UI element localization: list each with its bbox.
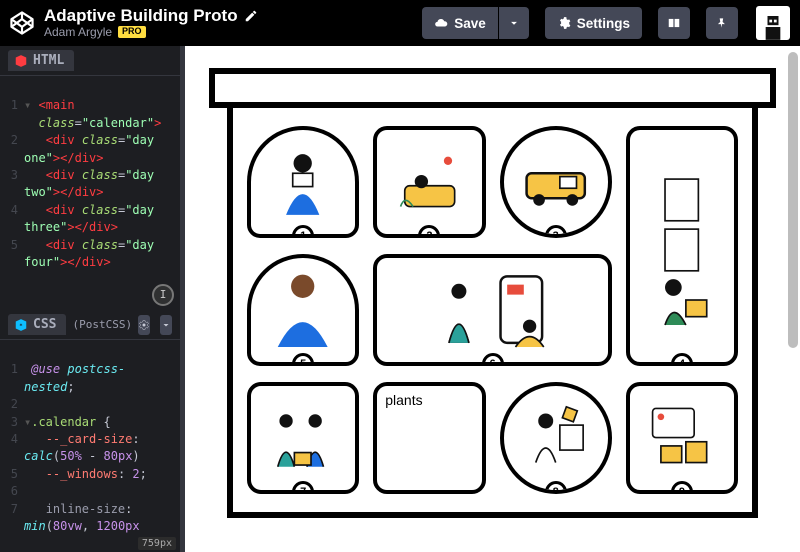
illustration-person-back (261, 268, 344, 351)
card-6[interactable]: 6 (373, 254, 612, 366)
card-4[interactable]: 4 (626, 126, 738, 366)
preview-width-badge: 759px (138, 537, 176, 550)
html-code-editor[interactable]: 1▾ <main class="calendar"> 2 <div class=… (0, 76, 180, 310)
card-number: 4 (671, 353, 693, 366)
text-cursor-icon: I (152, 284, 174, 306)
card-plants[interactable]: plants (373, 382, 485, 494)
card-number: 8 (545, 481, 567, 494)
main-area: HTML 1▾ <main class="calendar"> 2 <div c… (0, 46, 800, 552)
illustration-person-reading (261, 140, 344, 223)
css-preprocessor-label: (PostCSS) (72, 318, 132, 331)
svg-text:*: * (19, 323, 22, 329)
editor-column: HTML 1▾ <main class="calendar"> 2 <div c… (0, 46, 180, 552)
save-caret-button[interactable] (499, 7, 529, 39)
user-avatar[interactable] (756, 6, 790, 40)
building-roof (209, 68, 776, 108)
gear-icon (557, 16, 571, 30)
gear-icon (138, 319, 150, 331)
pro-badge: PRO (118, 26, 146, 38)
card-number: 6 (482, 353, 504, 366)
top-bar: Adaptive Building Proto Adam Argyle PRO … (0, 0, 800, 46)
card-9[interactable]: 9 (626, 382, 738, 494)
chevron-down-icon (160, 319, 172, 331)
card-number: 9 (671, 481, 693, 494)
illustration-person-boxes (640, 153, 723, 339)
pen-title[interactable]: Adaptive Building Proto (44, 7, 238, 26)
illustration-boxes-ui (640, 396, 723, 479)
css-code-editor[interactable]: 1 @use postcss- nested; 2 3▾.calendar { … (0, 340, 180, 552)
card-5[interactable]: 5 (247, 254, 359, 366)
pin-button[interactable] (706, 7, 738, 39)
html-panel-header[interactable]: HTML (0, 46, 180, 76)
scrollbar-thumb[interactable] (788, 52, 798, 348)
codepen-logo[interactable] (10, 11, 34, 35)
edit-title-icon[interactable] (244, 9, 258, 23)
title-block: Adaptive Building Proto Adam Argyle PRO (44, 7, 258, 39)
card-7[interactable]: 7 (247, 382, 359, 494)
card-number: 5 (292, 353, 314, 366)
css-settings-button[interactable] (138, 315, 150, 335)
author-name[interactable]: Adam Argyle (44, 26, 112, 39)
illustration-person-desk (514, 396, 597, 479)
css-panel: * CSS (PostCSS) 1 @use postcss- nested; … (0, 310, 180, 552)
save-button[interactable]: Save (422, 7, 498, 39)
plants-label: plants (385, 392, 422, 408)
pin-icon (715, 16, 729, 30)
css-panel-header[interactable]: * CSS (PostCSS) (0, 310, 180, 340)
chevron-down-icon (507, 16, 521, 30)
card-number: 3 (545, 225, 567, 238)
card-2[interactable]: 2 (373, 126, 485, 238)
illustration-two-people (261, 396, 344, 479)
css-tab[interactable]: * CSS (8, 314, 66, 335)
card-3[interactable]: 3 (500, 126, 612, 238)
save-group: Save (422, 7, 529, 39)
card-number: 1 (292, 225, 314, 238)
css-icon: * (14, 318, 28, 332)
card-number: 2 (418, 225, 440, 238)
settings-button[interactable]: Settings (545, 7, 642, 39)
building-body: 1 2 3 4 5 (227, 108, 758, 518)
html-tab[interactable]: HTML (8, 50, 74, 71)
illustration-people-phone (400, 268, 584, 351)
css-menu-button[interactable] (160, 315, 172, 335)
illustration-living-room (388, 140, 471, 223)
layout-icon (667, 16, 681, 30)
layout-button[interactable] (658, 7, 690, 39)
preview-pane: 1 2 3 4 5 (180, 46, 800, 552)
card-1[interactable]: 1 (247, 126, 359, 238)
illustration-camper-van (514, 140, 597, 223)
html-icon (14, 54, 28, 68)
html-panel: HTML 1▾ <main class="calendar"> 2 <div c… (0, 46, 180, 310)
preview-scrollbar[interactable] (788, 52, 798, 546)
card-number: 7 (292, 481, 314, 494)
cloud-icon (434, 16, 448, 30)
card-8[interactable]: 8 (500, 382, 612, 494)
building: 1 2 3 4 5 (209, 68, 776, 552)
